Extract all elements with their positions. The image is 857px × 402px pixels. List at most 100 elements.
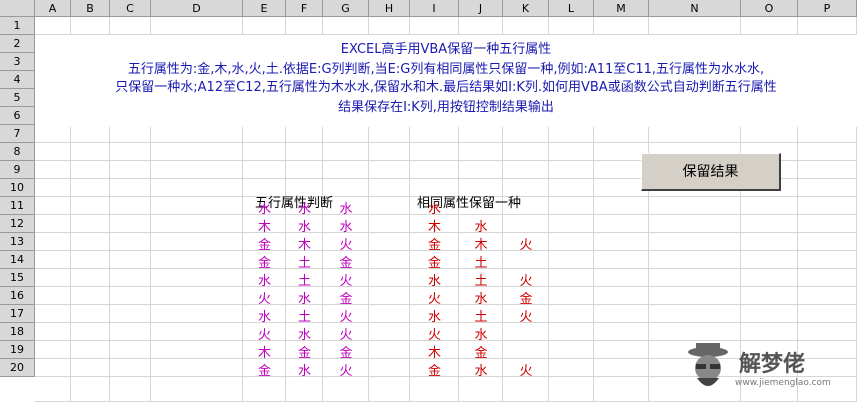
source-attribute-cell[interactable]: 土 [286, 252, 323, 271]
result-attribute-cell[interactable]: 水 [410, 306, 459, 325]
result-attribute-cell[interactable]: 水 [459, 288, 503, 307]
source-attribute-cell[interactable]: 水 [243, 198, 286, 217]
row-header-17[interactable]: 17 [0, 305, 35, 323]
result-attribute-cell[interactable]: 水 [459, 324, 503, 343]
column-header-H[interactable]: H [369, 0, 410, 17]
description-line-2: 五行属性为:金,木,水,火,土.依据E:G列判断,当E:G列有相同属性只保留一种… [127, 62, 765, 77]
row-header-18[interactable]: 18 [0, 323, 35, 341]
result-attribute-cell[interactable]: 火 [410, 324, 459, 343]
row-header-1[interactable]: 1 [0, 17, 35, 35]
source-attribute-cell[interactable]: 金 [243, 252, 286, 271]
source-attribute-cell[interactable]: 水 [286, 198, 323, 217]
column-header-L[interactable]: L [549, 0, 594, 17]
source-attribute-cell[interactable]: 火 [323, 234, 369, 253]
result-attribute-cell[interactable]: 土 [459, 270, 503, 289]
column-header-M[interactable]: M [594, 0, 649, 17]
result-attribute-cell[interactable]: 火 [410, 288, 459, 307]
source-attribute-cell[interactable]: 金 [286, 342, 323, 361]
row-header-7[interactable]: 7 [0, 125, 35, 143]
row-header-3[interactable]: 3 [0, 53, 35, 71]
source-attribute-cell[interactable]: 金 [323, 288, 369, 307]
row-header-15[interactable]: 15 [0, 269, 35, 287]
description-line-4: 结果保存在I:K列,用按钮控制结果输出 [338, 100, 554, 115]
column-header-P[interactable]: P [798, 0, 857, 17]
row-gridline [35, 142, 857, 143]
column-header-I[interactable]: I [410, 0, 459, 17]
result-attribute-cell[interactable]: 水 [459, 216, 503, 235]
select-all-corner[interactable] [0, 0, 35, 17]
source-attribute-cell[interactable]: 水 [286, 324, 323, 343]
row-header-8[interactable]: 8 [0, 143, 35, 161]
row-header-11[interactable]: 11 [0, 197, 35, 215]
row-header-13[interactable]: 13 [0, 233, 35, 251]
row-header-16[interactable]: 16 [0, 287, 35, 305]
row-header-20[interactable]: 20 [0, 359, 35, 377]
source-attribute-cell[interactable]: 火 [323, 360, 369, 379]
description-line-3: 只保留一种水;A12至C12,五行属性为木水水,保留水和木.最后结果如I:K列.… [115, 80, 777, 95]
source-attribute-cell[interactable]: 火 [323, 324, 369, 343]
spreadsheet[interactable]: ABCDEFGHIJKLMNOP 1 2 3 4 5 6 7 8 9 10 11 12 13 14 15 16… [0, 0, 857, 402]
row-header-2[interactable]: 2 [0, 35, 35, 53]
column-header-N[interactable]: N [649, 0, 741, 17]
result-attribute-cell[interactable]: 木 [410, 216, 459, 235]
source-attribute-cell[interactable]: 火 [323, 270, 369, 289]
result-attribute-cell[interactable]: 金 [410, 234, 459, 253]
source-attribute-cell[interactable]: 水 [286, 288, 323, 307]
result-attribute-cell[interactable]: 金 [410, 360, 459, 379]
column-header-O[interactable]: O [741, 0, 798, 17]
source-attribute-cell[interactable]: 火 [323, 306, 369, 325]
column-header-J[interactable]: J [459, 0, 503, 17]
source-attribute-cell[interactable]: 土 [286, 270, 323, 289]
column-header-B[interactable]: B [71, 0, 110, 17]
column-header-F[interactable]: F [286, 0, 323, 17]
column-header-K[interactable]: K [503, 0, 549, 17]
result-attribute-cell[interactable]: 金 [503, 288, 549, 307]
source-attribute-cell[interactable]: 水 [243, 270, 286, 289]
result-attribute-cell[interactable]: 火 [503, 270, 549, 289]
source-attribute-cell[interactable]: 金 [243, 360, 286, 379]
fortune-teller-icon [688, 343, 728, 386]
result-attribute-cell[interactable]: 木 [410, 342, 459, 361]
row-header-4[interactable]: 4 [0, 71, 35, 89]
source-attribute-cell[interactable]: 水 [286, 360, 323, 379]
source-attribute-cell[interactable]: 木 [243, 342, 286, 361]
row-header-14[interactable]: 14 [0, 251, 35, 269]
source-attribute-cell[interactable]: 木 [286, 234, 323, 253]
result-attribute-cell[interactable]: 水 [410, 198, 459, 217]
result-attribute-cell[interactable]: 水 [459, 360, 503, 379]
source-attribute-cell[interactable]: 水 [323, 216, 369, 235]
source-attribute-cell[interactable]: 木 [243, 216, 286, 235]
row-header-6[interactable]: 6 [0, 107, 35, 125]
result-attribute-cell[interactable]: 土 [459, 306, 503, 325]
result-attribute-cell[interactable]: 火 [503, 360, 549, 379]
result-attribute-cell[interactable]: 木 [459, 234, 503, 253]
column-header-G[interactable]: G [323, 0, 369, 17]
source-attribute-cell[interactable]: 金 [323, 342, 369, 361]
result-attribute-cell[interactable]: 水 [410, 270, 459, 289]
result-attribute-cell[interactable]: 土 [459, 252, 503, 271]
source-attribute-cell[interactable]: 土 [286, 306, 323, 325]
column-header-E[interactable]: E [243, 0, 286, 17]
source-attribute-cell[interactable]: 金 [323, 252, 369, 271]
result-attribute-cell[interactable]: 火 [503, 306, 549, 325]
row-header-9[interactable]: 9 [0, 161, 35, 179]
column-header-A[interactable]: A [35, 0, 71, 17]
watermark-url: www.jiemenglao.com [735, 378, 831, 388]
keep-result-button[interactable]: 保留结果 [641, 153, 781, 191]
row-header-12[interactable]: 12 [0, 215, 35, 233]
row-header-5[interactable]: 5 [0, 89, 35, 107]
source-attribute-cell[interactable]: 火 [243, 324, 286, 343]
source-attribute-cell[interactable]: 水 [243, 306, 286, 325]
result-attribute-cell[interactable]: 金 [459, 342, 503, 361]
result-attribute-cell[interactable]: 金 [410, 252, 459, 271]
source-attribute-cell[interactable]: 水 [323, 198, 369, 217]
result-attribute-cell[interactable]: 火 [503, 234, 549, 253]
row-header-10[interactable]: 10 [0, 179, 35, 197]
source-attribute-cell[interactable]: 水 [286, 216, 323, 235]
description-title: EXCEL高手用VBA保留一种五行属性 [340, 42, 552, 57]
row-header-19[interactable]: 19 [0, 341, 35, 359]
column-header-C[interactable]: C [110, 0, 151, 17]
source-attribute-cell[interactable]: 金 [243, 234, 286, 253]
source-attribute-cell[interactable]: 火 [243, 288, 286, 307]
column-header-D[interactable]: D [151, 0, 243, 17]
